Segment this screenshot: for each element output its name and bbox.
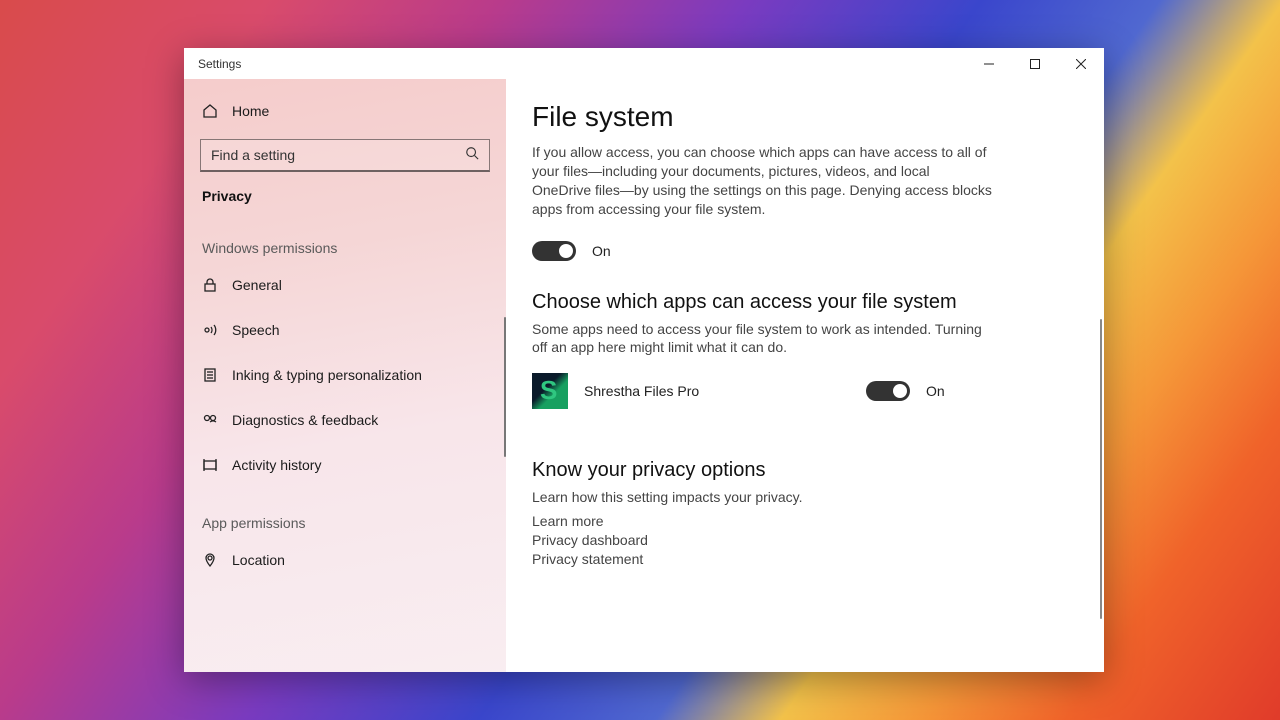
page-title: File system [532,101,1078,133]
sidebar-item-general[interactable]: General [184,262,506,307]
app-name: Shrestha Files Pro [584,383,794,399]
link-learn-more[interactable]: Learn more [532,513,1078,529]
sidebar-current-section: Privacy [184,182,506,222]
feedback-icon [202,412,232,428]
sidebar-item-label: Diagnostics & feedback [232,412,378,428]
sidebar-item-label: Speech [232,322,279,338]
sidebar-item-activity[interactable]: Activity history [184,442,506,487]
sidebar-item-location[interactable]: Location [184,537,506,582]
minimize-icon [984,59,994,69]
main-panel: File system If you allow access, you can… [506,79,1104,672]
minimize-button[interactable] [966,48,1012,79]
clipboard-icon [202,367,232,383]
apps-heading: Choose which apps can access your file s… [532,291,1078,314]
app-toggle-state: On [926,383,945,399]
close-button[interactable] [1058,48,1104,79]
sidebar: Home Privacy Windows permissions General [184,79,506,672]
sidebar-item-diagnostics[interactable]: Diagnostics & feedback [184,397,506,442]
sidebar-item-label: Activity history [232,457,321,473]
app-row: Shrestha Files Pro On [532,373,1078,409]
sidebar-item-speech[interactable]: Speech [184,307,506,352]
page-description: If you allow access, you can choose whic… [532,143,992,219]
search-input[interactable] [211,147,465,163]
sidebar-item-label: Inking & typing personalization [232,367,422,383]
privacy-heading: Know your privacy options [532,459,1078,482]
sidebar-item-label: General [232,277,282,293]
link-privacy-statement[interactable]: Privacy statement [532,551,1078,567]
file-system-access-toggle[interactable] [532,241,576,261]
sidebar-home-label: Home [232,103,269,119]
window-title: Settings [184,48,966,79]
titlebar: Settings [184,48,1104,79]
link-privacy-dashboard[interactable]: Privacy dashboard [532,532,1078,548]
speech-icon [202,322,232,338]
privacy-sub: Learn how this setting impacts your priv… [532,488,992,507]
toggle-state-label: On [592,243,611,259]
lock-icon [202,277,232,293]
settings-window: Settings Home Priv [184,48,1104,672]
activity-icon [202,457,232,473]
close-icon [1076,59,1086,69]
main-scrollbar[interactable] [1100,319,1102,619]
app-icon [532,373,568,409]
sidebar-section-app-permissions: App permissions [184,487,506,537]
sidebar-home[interactable]: Home [184,89,506,133]
search-box[interactable] [200,139,490,172]
search-icon [465,146,479,165]
content-area: Home Privacy Windows permissions General [184,79,1104,672]
sidebar-item-inking[interactable]: Inking & typing personalization [184,352,506,397]
location-icon [202,552,232,568]
app-toggle[interactable] [866,381,910,401]
maximize-button[interactable] [1012,48,1058,79]
apps-description: Some apps need to access your file syste… [532,320,992,358]
sidebar-item-label: Location [232,552,285,568]
sidebar-section-windows-permissions: Windows permissions [184,222,506,262]
maximize-icon [1030,59,1040,69]
home-icon [202,103,232,119]
